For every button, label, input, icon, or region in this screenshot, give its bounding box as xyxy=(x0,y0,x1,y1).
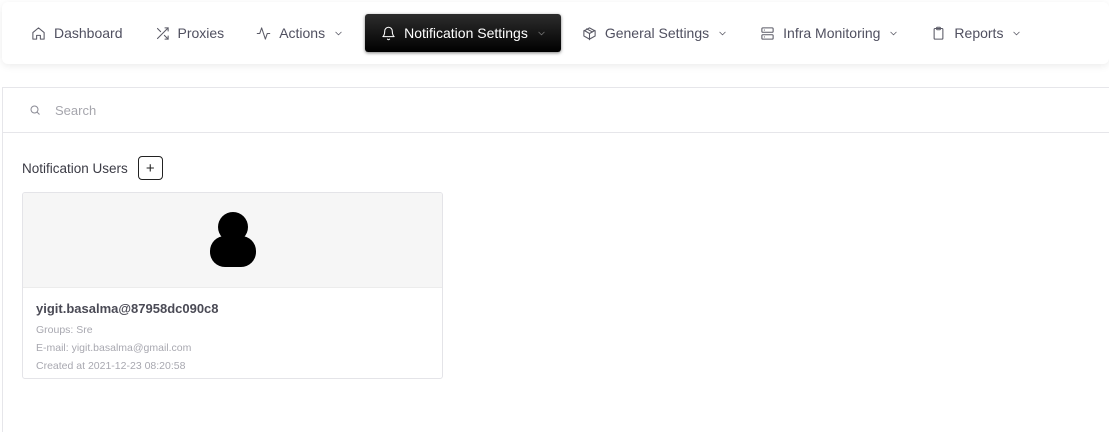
chevron-down-icon xyxy=(538,31,545,35)
card-avatar-area xyxy=(23,193,442,288)
add-user-button[interactable]: + xyxy=(137,156,163,180)
nav-proxies-label: Proxies xyxy=(177,25,225,41)
user-email: E-mail: yigit.basalma@gmail.com xyxy=(36,342,192,354)
nav-dashboard[interactable]: Dashboard xyxy=(20,14,134,52)
chevron-down-icon xyxy=(335,31,342,35)
bell-icon xyxy=(382,26,395,40)
package-icon xyxy=(583,26,596,40)
section-title: Notification Users xyxy=(22,160,128,176)
main-content: Notification Users + yigit.basalma@87958… xyxy=(2,87,1109,432)
nav-dashboard-label: Dashboard xyxy=(54,25,123,41)
search-icon xyxy=(30,105,40,115)
card-body: yigit.basalma@87958dc090c8 Groups: Sre E… xyxy=(23,288,442,375)
top-navbar: Dashboard Proxies Actions Notification S… xyxy=(2,2,1109,64)
nav-notification-settings-label: Notification Settings xyxy=(404,25,528,41)
user-name: yigit.basalma@87958dc090c8 xyxy=(36,301,219,316)
nav-reports-label: Reports xyxy=(954,25,1004,41)
nav-reports[interactable]: Reports xyxy=(920,14,1033,52)
nav-proxies[interactable]: Proxies xyxy=(144,14,236,52)
nav-infra-monitoring-label: Infra Monitoring xyxy=(783,25,881,41)
user-created: Created at 2021-12-23 08:20:58 xyxy=(36,360,186,372)
search-bar xyxy=(3,88,1109,133)
user-card[interactable]: yigit.basalma@87958dc090c8 Groups: Sre E… xyxy=(22,192,443,379)
nav-actions-label: Actions xyxy=(279,25,326,41)
activity-icon xyxy=(256,26,271,40)
server-icon xyxy=(761,26,774,40)
shuffle-icon xyxy=(156,26,169,40)
nav-general-settings-label: General Settings xyxy=(604,25,710,41)
user-avatar-icon xyxy=(209,212,256,267)
search-input[interactable] xyxy=(53,101,657,119)
clipboard-icon xyxy=(934,26,944,40)
nav-infra-monitoring[interactable]: Infra Monitoring xyxy=(749,14,910,52)
chevron-down-icon xyxy=(1013,31,1021,35)
section-header: Notification Users + xyxy=(22,156,163,180)
user-groups: Groups: Sre xyxy=(36,324,93,336)
chevron-down-icon xyxy=(890,31,898,35)
nav-notification-settings[interactable]: Notification Settings xyxy=(365,14,561,52)
home-icon xyxy=(32,26,45,40)
nav-actions[interactable]: Actions xyxy=(245,14,355,52)
chevron-down-icon xyxy=(719,31,726,35)
nav-general-settings[interactable]: General Settings xyxy=(571,14,739,52)
